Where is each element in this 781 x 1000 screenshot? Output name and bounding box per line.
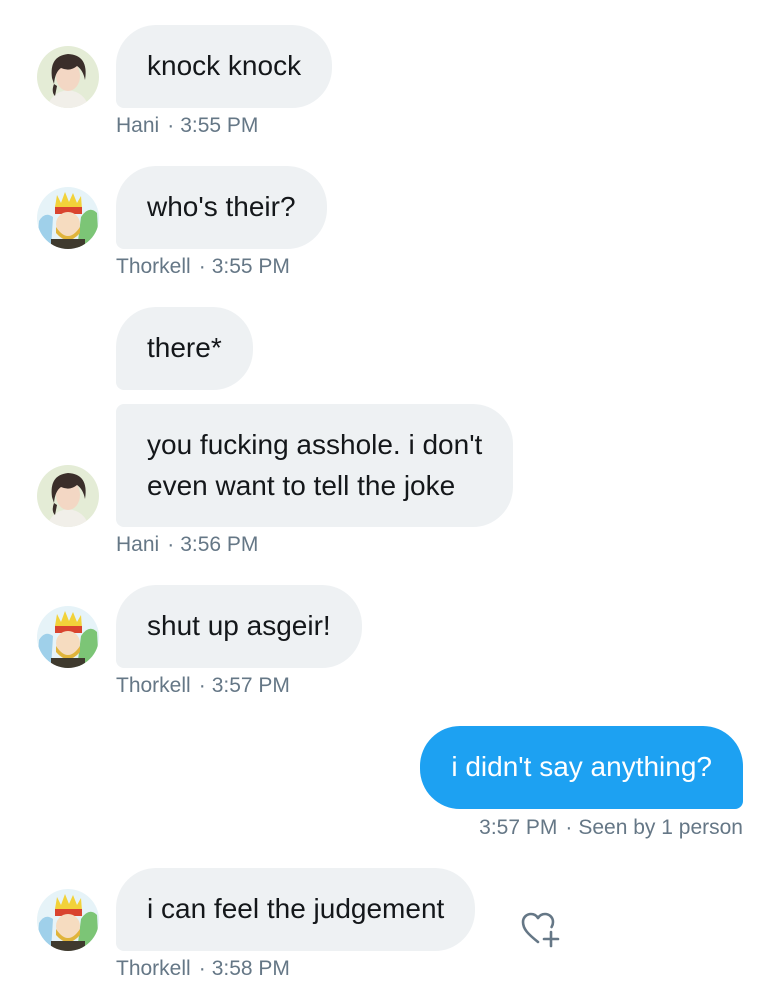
message-text: i didn't say anything?: [451, 751, 712, 782]
message-meta: Thorkell · 3:58 PM: [116, 957, 290, 981]
message-bubble[interactable]: there*: [116, 307, 253, 390]
avatar-hani-icon: [37, 46, 99, 108]
sender-name: Thorkell: [116, 674, 191, 697]
message-text: there*: [147, 332, 222, 363]
message-meta: Hani · 3:56 PM: [116, 533, 258, 557]
message-meta: Thorkell · 3:55 PM: [116, 255, 290, 279]
message-meta: Hani · 3:55 PM: [116, 114, 258, 138]
message-text-line: you fucking asshole. i don't: [147, 429, 483, 460]
message-bubble[interactable]: who's their?: [116, 166, 327, 249]
sender-name: Hani: [116, 533, 160, 556]
seen-status: Seen by 1 person: [578, 816, 743, 839]
message-text: knock knock: [147, 50, 302, 81]
meta-separator: ·: [565, 816, 573, 839]
avatar-thorkell-icon: [37, 187, 99, 249]
sent-message-bubble[interactable]: i didn't say anything?: [420, 726, 743, 809]
meta-separator: ·: [198, 957, 206, 980]
avatar-thorkell-icon: [37, 606, 99, 668]
timestamp: 3:57 PM: [211, 674, 290, 697]
message-text: shut up asgeir!: [147, 610, 331, 641]
message-bubble[interactable]: you fucking asshole. i don't even want t…: [116, 404, 514, 527]
avatar-thorkell-icon: [37, 889, 99, 951]
sender-name: Thorkell: [116, 957, 191, 980]
avatar-hani-icon: [37, 465, 99, 527]
avatar-thorkell[interactable]: [37, 889, 99, 951]
timestamp: 3:56 PM: [180, 533, 259, 556]
avatar-thorkell[interactable]: [37, 606, 99, 668]
sender-name: Thorkell: [116, 255, 191, 278]
message-bubble[interactable]: shut up asgeir!: [116, 585, 362, 668]
timestamp: 3:57 PM: [479, 816, 558, 839]
message-text: who's their?: [147, 191, 296, 222]
timestamp: 3:55 PM: [180, 114, 259, 137]
meta-separator: ·: [198, 674, 206, 697]
message-bubble[interactable]: knock knock: [116, 25, 333, 108]
meta-separator: ·: [167, 533, 175, 556]
message-meta: Thorkell · 3:57 PM: [116, 674, 290, 698]
message-bubble[interactable]: i can feel the judgement: [116, 868, 476, 951]
heart-plus-icon[interactable]: [520, 910, 564, 950]
sender-name: Hani: [116, 114, 160, 137]
meta-separator: ·: [198, 255, 206, 278]
message-text: i can feel the judgement: [147, 893, 445, 924]
message-meta: 3:57 PM · Seen by 1 person: [479, 816, 743, 840]
timestamp: 3:55 PM: [211, 255, 290, 278]
timestamp: 3:58 PM: [211, 957, 290, 980]
meta-separator: ·: [167, 114, 175, 137]
avatar-hani[interactable]: [37, 465, 99, 527]
avatar-hani[interactable]: [37, 46, 99, 108]
avatar-thorkell[interactable]: [37, 187, 99, 249]
message-text-line: even want to tell the joke: [147, 470, 456, 501]
